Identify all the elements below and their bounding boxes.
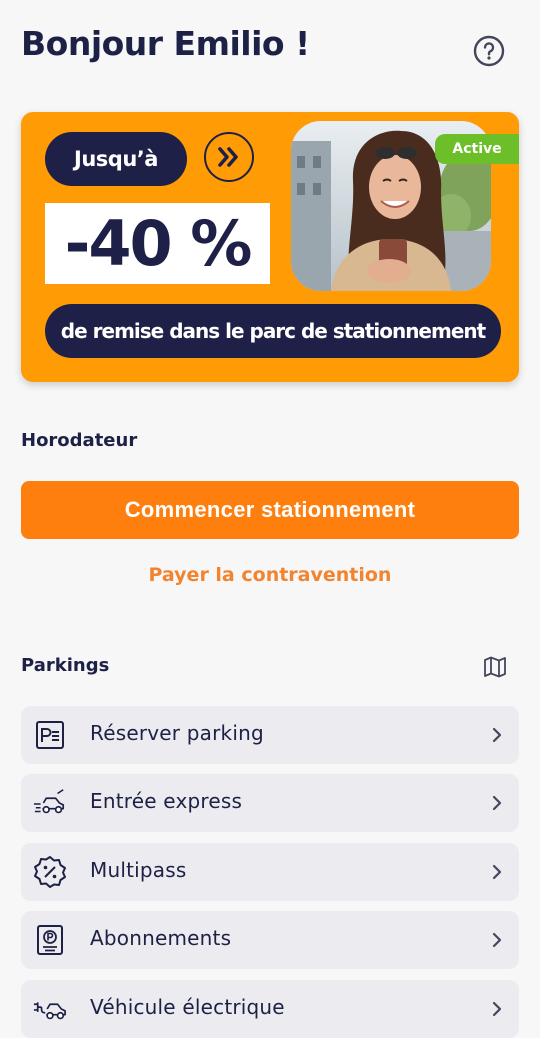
greeting-title: Bonjour Emilio ! bbox=[21, 24, 310, 63]
map-button[interactable] bbox=[482, 654, 508, 680]
discount-box: -40 % bbox=[45, 203, 270, 284]
pay-fine-link[interactable]: Payer la contravention bbox=[0, 564, 540, 586]
percent-badge-icon bbox=[34, 856, 66, 888]
list-item-label: Multipass bbox=[90, 858, 187, 882]
active-status-badge: Active bbox=[435, 134, 519, 164]
list-item-subscriptions[interactable]: Abonnements bbox=[21, 911, 519, 969]
double-chevron-right-icon bbox=[218, 147, 238, 167]
list-item-label: Entrée express bbox=[90, 789, 243, 813]
discount-description: de remise dans le parc de stationnement bbox=[45, 304, 501, 358]
list-item-label: Abonnements bbox=[90, 926, 232, 950]
list-item-label: Véhicule électrique bbox=[90, 995, 285, 1019]
list-item-reserve-parking[interactable]: Réserver parking bbox=[21, 706, 519, 764]
chevron-right-icon bbox=[492, 727, 502, 743]
list-item-label: Réserver parking bbox=[90, 721, 264, 745]
start-parking-button[interactable]: Commencer stationnement bbox=[21, 481, 519, 539]
discount-value: -40 % bbox=[64, 207, 253, 280]
parking-card-icon bbox=[37, 925, 63, 955]
list-item-express-entry[interactable]: Entrée express bbox=[21, 774, 519, 832]
upto-pill: Jusqu’à bbox=[45, 132, 187, 186]
parking-ticket-icon bbox=[36, 721, 64, 749]
help-button[interactable] bbox=[473, 35, 505, 67]
parkings-title: Parkings bbox=[21, 655, 110, 676]
map-icon bbox=[484, 656, 506, 678]
horodateur-title: Horodateur bbox=[21, 430, 138, 451]
help-circle-icon bbox=[473, 35, 505, 67]
banner-arrow-button[interactable] bbox=[204, 132, 254, 182]
promo-banner[interactable]: Jusqu’à -40 % de remise dans le parc de … bbox=[21, 112, 519, 382]
list-item-multipass[interactable]: Multipass bbox=[21, 843, 519, 901]
chevron-right-icon bbox=[492, 1001, 502, 1017]
fast-car-icon bbox=[33, 789, 65, 814]
chevron-right-icon bbox=[492, 864, 502, 880]
chevron-right-icon bbox=[492, 795, 502, 811]
electric-car-icon bbox=[33, 1002, 66, 1020]
list-item-electric-vehicle[interactable]: Véhicule électrique bbox=[21, 980, 519, 1038]
chevron-right-icon bbox=[492, 932, 502, 948]
